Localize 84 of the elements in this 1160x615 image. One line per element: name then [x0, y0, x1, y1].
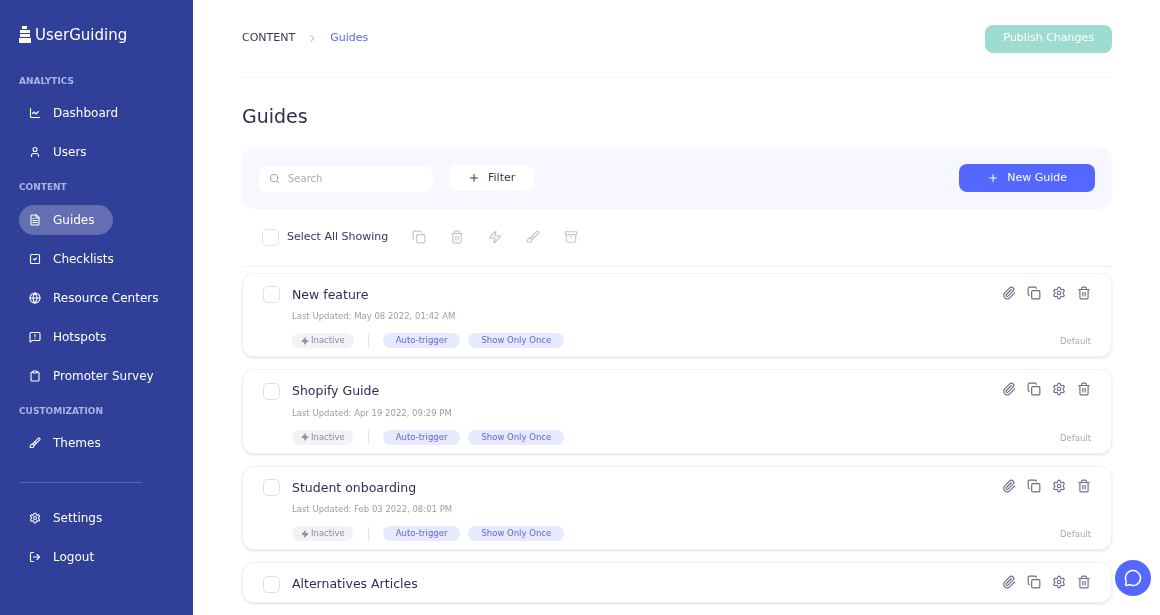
- copy-icon[interactable]: [1027, 478, 1041, 493]
- sidebar-item[interactable]: Resource Centers: [19, 282, 169, 313]
- tag: Show Only Once: [468, 429, 565, 445]
- checkbox-icon: [29, 252, 41, 265]
- guide-card[interactable]: New feature Last Updated: May 08 2022, 01:42 AM Inactive Auto-trigger Show Only Once Default: [242, 272, 1112, 357]
- theme-label: Default: [1059, 431, 1091, 445]
- guide-title[interactable]: Alternatives Articles: [292, 575, 418, 594]
- sidebar-item[interactable]: Checklists: [19, 243, 124, 274]
- status-tag: Inactive: [292, 333, 354, 348]
- status-tag: Inactive: [292, 429, 354, 445]
- settings-icon[interactable]: [1052, 382, 1066, 396]
- chat-button[interactable]: [1115, 560, 1151, 596]
- lightning-icon: [301, 336, 309, 345]
- checkbox[interactable]: [263, 575, 280, 593]
- sidebar-item[interactable]: Logout: [19, 542, 105, 572]
- guide-title[interactable]: Student onboarding: [292, 478, 417, 498]
- breadcrumb-item: Guides: [330, 30, 369, 47]
- tag: Auto-trigger: [382, 526, 461, 541]
- sidebar-item[interactable]: Dashboard: [19, 98, 129, 128]
- section-heading: CONTENT: [19, 181, 68, 194]
- last-updated: Last Updated: Apr 19 2022, 09:29 PM: [292, 406, 453, 420]
- settings-icon[interactable]: [1052, 575, 1066, 589]
- copy-icon[interactable]: [1027, 575, 1041, 589]
- select-all-label[interactable]: Select All Showing: [287, 228, 389, 246]
- checkbox[interactable]: [263, 479, 280, 497]
- trash-icon[interactable]: [1077, 575, 1091, 589]
- user-icon: [29, 146, 41, 158]
- lightning-icon: [301, 529, 309, 538]
- section-heading: ANALYTICS: [19, 74, 76, 88]
- guide-card[interactable]: Student onboarding Last Updated: Feb 03 2022, 08:01 PM Inactive Auto-trigger Show Only Once Default: [242, 465, 1112, 550]
- tag: Show Only Once: [468, 333, 565, 348]
- settings-icon[interactable]: [1052, 478, 1066, 493]
- trash-icon[interactable]: [1077, 382, 1091, 396]
- globe-icon: [29, 291, 41, 304]
- settings-icon: [29, 512, 41, 524]
- guide-card[interactable]: Shopify Guide Last Updated: Apr 19 2022, 09:29 PM Inactive Auto-trigger Show Only Once Default: [242, 369, 1112, 454]
- document-icon: [29, 213, 41, 226]
- message-icon: [29, 330, 41, 343]
- checkbox[interactable]: [262, 228, 279, 246]
- sidebar-item[interactable]: Themes: [19, 428, 111, 458]
- sidebar-item[interactable]: Hotspots: [19, 321, 117, 352]
- paperclip-icon[interactable]: [1002, 575, 1016, 589]
- guide-card[interactable]: Alternatives Articles: [242, 562, 1112, 603]
- sidebar-item[interactable]: Guides: [19, 204, 113, 235]
- status-tag: Inactive: [292, 526, 354, 541]
- tag: Auto-trigger: [382, 429, 461, 445]
- brand-name: UserGuiding: [35, 25, 128, 46]
- lightning-icon: [301, 433, 309, 441]
- sidebar-item[interactable]: Users: [19, 137, 97, 167]
- chat-icon: [1124, 569, 1142, 587]
- checkbox[interactable]: [263, 382, 280, 400]
- chart-icon: [29, 107, 41, 119]
- checkbox[interactable]: [263, 286, 280, 304]
- new-guide-button[interactable]: New Guide: [959, 164, 1095, 192]
- paperclip-icon[interactable]: [1002, 382, 1016, 396]
- guide-title[interactable]: Shopify Guide: [292, 382, 380, 401]
- plus-icon: [987, 172, 1000, 184]
- tag: Auto-trigger: [382, 333, 461, 348]
- last-updated: Last Updated: May 08 2022, 01:42 AM: [292, 310, 457, 323]
- logo-icon: [19, 26, 31, 45]
- brush-icon: [29, 437, 41, 449]
- paperclip-icon[interactable]: [1002, 478, 1016, 493]
- sidebar-item[interactable]: Promoter Survey: [19, 360, 164, 391]
- sidebar-item[interactable]: Settings: [19, 503, 113, 533]
- logout-icon: [29, 551, 41, 563]
- trash-icon[interactable]: [1077, 478, 1091, 493]
- breadcrumb-item[interactable]: CONTENT: [242, 30, 296, 47]
- clipboard-icon: [29, 369, 41, 382]
- trash-icon[interactable]: [1077, 285, 1091, 300]
- settings-icon[interactable]: [1052, 285, 1066, 300]
- filter-button[interactable]: Filter: [449, 165, 535, 191]
- guide-title[interactable]: New feature: [292, 285, 369, 305]
- search-field[interactable]: Search: [259, 165, 433, 192]
- search-icon: [269, 173, 280, 184]
- last-updated: Last Updated: Feb 03 2022, 08:01 PM: [292, 503, 454, 516]
- page-title: Guides: [242, 104, 309, 129]
- copy-icon[interactable]: [1027, 285, 1041, 300]
- tag: Show Only Once: [468, 526, 565, 541]
- paperclip-icon[interactable]: [1002, 285, 1016, 300]
- theme-label: Default: [1059, 528, 1091, 541]
- theme-label: Default: [1059, 335, 1091, 348]
- section-heading: CUSTOMIZATION: [19, 404, 104, 418]
- plus-icon: [468, 172, 480, 184]
- copy-icon[interactable]: [1027, 382, 1041, 396]
